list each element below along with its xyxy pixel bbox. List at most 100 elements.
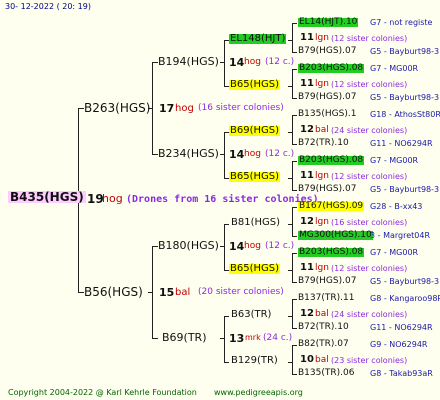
- gen4-7-bottom-id[interactable]: B72(TR).10: [298, 323, 349, 332]
- gen4-2-note: (12 sister colonies): [331, 80, 408, 89]
- gen4-7-bottom-note: G11 - NO6294R: [370, 323, 433, 332]
- gen4-4-bottom-note: G5 - Bayburt98-3: [370, 185, 440, 194]
- gen1-1-note: (16 sister colonies): [198, 103, 284, 113]
- connector-line: [288, 316, 292, 317]
- connector-line: [292, 207, 293, 236]
- connector-line: [224, 224, 229, 225]
- gen4-4-unit: lgn: [315, 171, 329, 181]
- gen4-8-num: 10: [300, 354, 314, 365]
- gen4-7-note: (24 sister colonies): [331, 310, 408, 319]
- gen4-8-note: (23 sister colonies): [331, 356, 408, 365]
- gen2-2-id[interactable]: B234(HGS): [158, 148, 219, 159]
- connector-line: [292, 144, 297, 145]
- connector-line: [292, 345, 293, 374]
- gen2-1-note: (12 c.): [265, 57, 295, 67]
- gen4-2-num: 11: [300, 78, 314, 89]
- connector-line: [288, 362, 292, 363]
- gen4-2-bottom-id[interactable]: B79(HGS).07: [298, 93, 356, 102]
- gen1-2-unit: bal: [175, 287, 191, 298]
- gen3-1-id[interactable]: EL148(HJT): [229, 34, 287, 44]
- gen2-3-note: (12 c.): [265, 241, 295, 251]
- gen2-1-id[interactable]: B194(HGS): [158, 56, 219, 67]
- connector-line: [220, 338, 224, 339]
- connector-line: [220, 62, 224, 63]
- gen2-4-unit: mrk: [245, 333, 261, 342]
- gen2-3-id[interactable]: B180(HGS): [158, 240, 219, 251]
- gen4-1-bottom-id[interactable]: B79(HGS).07: [298, 47, 356, 56]
- gen4-8-bottom-id[interactable]: B135(TR).06: [298, 369, 354, 378]
- root-note: (Drones from 16 sister colonies): [126, 194, 319, 205]
- gen4-6-bottom-id[interactable]: B79(HGS).07: [298, 277, 356, 286]
- connector-line: [292, 282, 297, 283]
- pedigree-canvas: 30- 12-2022 ( 20: 19) B435(HGS) 19 hog (…: [0, 0, 440, 400]
- connector-line: [288, 132, 292, 133]
- gen2-2-num: 14: [229, 148, 245, 161]
- gen4-8-bottom-note: G8 - Takab93aR: [370, 369, 433, 378]
- gen4-2-unit: lgn: [315, 79, 329, 89]
- gen2-1-num: 14: [229, 56, 245, 69]
- gen2-4-note: (24 c.): [263, 333, 293, 343]
- gen4-3-top-id[interactable]: B135(HGS).1: [298, 110, 356, 119]
- gen3-2-id[interactable]: B65(HGS): [229, 80, 281, 90]
- gen1-1-id[interactable]: B263(HGS): [84, 102, 150, 114]
- connector-line: [224, 224, 225, 270]
- connector-line: [288, 178, 292, 179]
- gen4-8-top-id[interactable]: B82(TR).07: [298, 340, 349, 349]
- connector-line: [288, 86, 292, 87]
- gen4-6-note: (12 sister colonies): [331, 264, 408, 273]
- gen4-7-top-id[interactable]: B137(TR).11: [298, 294, 354, 303]
- gen4-5-num: 12: [300, 216, 314, 227]
- connector-line: [288, 224, 292, 225]
- gen4-3-note: (24 sister colonies): [331, 126, 408, 135]
- gen2-2-unit: hog: [244, 149, 261, 159]
- connector-line: [224, 40, 225, 86]
- gen3-3-id[interactable]: B69(HGS): [229, 126, 281, 136]
- connector-line: [220, 154, 224, 155]
- gen2-4-num: 13: [229, 332, 245, 345]
- connector-line: [292, 69, 293, 98]
- connector-line: [292, 161, 297, 162]
- gen4-3-top-note: G18 - AthosSt80R: [370, 110, 440, 119]
- connector-line: [292, 207, 297, 208]
- gen3-8-id[interactable]: B129(TR): [231, 356, 278, 366]
- gen4-2-top-id[interactable]: B203(HGS).08: [298, 64, 365, 73]
- gen2-1-unit: hog: [244, 57, 261, 67]
- gen4-5-bottom-id[interactable]: MG300(HGS).10: [298, 231, 373, 240]
- gen4-3-bottom-id[interactable]: B72(TR).10: [298, 139, 349, 148]
- gen4-3-num: 12: [300, 124, 314, 135]
- connector-line: [292, 299, 293, 328]
- footer-site[interactable]: www.pedigreeapis.org: [214, 389, 303, 397]
- connector-line: [292, 299, 297, 300]
- gen1-2-num: 15: [159, 286, 175, 299]
- gen1-1-num: 17: [159, 102, 175, 115]
- connector-line: [224, 132, 225, 178]
- gen3-5-id[interactable]: B81(HGS): [231, 218, 280, 228]
- gen3-4-id[interactable]: B65(HGS): [229, 172, 281, 182]
- root-id[interactable]: B435(HGS): [8, 191, 86, 203]
- gen4-7-num: 12: [300, 308, 314, 319]
- gen3-7-id[interactable]: B63(TR): [231, 310, 271, 320]
- connector-line: [292, 115, 293, 144]
- gen4-5-top-id[interactable]: B167(HGS).09: [298, 202, 365, 211]
- gen4-6-top-id[interactable]: B203(HGS).08: [298, 248, 365, 257]
- connector-line: [292, 115, 297, 116]
- gen4-4-note: (12 sister colonies): [331, 172, 408, 181]
- connector-line: [224, 316, 225, 362]
- gen4-8-top-note: G9 - NO6294R: [370, 340, 428, 349]
- gen4-6-num: 11: [300, 262, 314, 273]
- connector-line: [292, 161, 293, 190]
- connector-line: [152, 338, 158, 339]
- root-unit: hog: [102, 192, 123, 205]
- connector-line: [292, 236, 297, 237]
- connector-line: [292, 69, 297, 70]
- connector-line: [292, 345, 297, 346]
- gen1-2-id[interactable]: B56(HGS): [84, 286, 143, 298]
- gen4-4-top-id[interactable]: B203(HGS).08: [298, 156, 365, 165]
- gen4-1-unit: lgn: [315, 33, 329, 43]
- gen3-6-id[interactable]: B65(HGS): [229, 264, 281, 274]
- gen4-1-note: (12 sister colonies): [331, 34, 408, 43]
- gen4-4-bottom-id[interactable]: B79(HGS).07: [298, 185, 356, 194]
- gen4-1-top-id[interactable]: EL14(HJT).10: [298, 18, 359, 27]
- connector-line: [224, 316, 229, 317]
- gen2-4-id[interactable]: B69(TR): [162, 332, 207, 343]
